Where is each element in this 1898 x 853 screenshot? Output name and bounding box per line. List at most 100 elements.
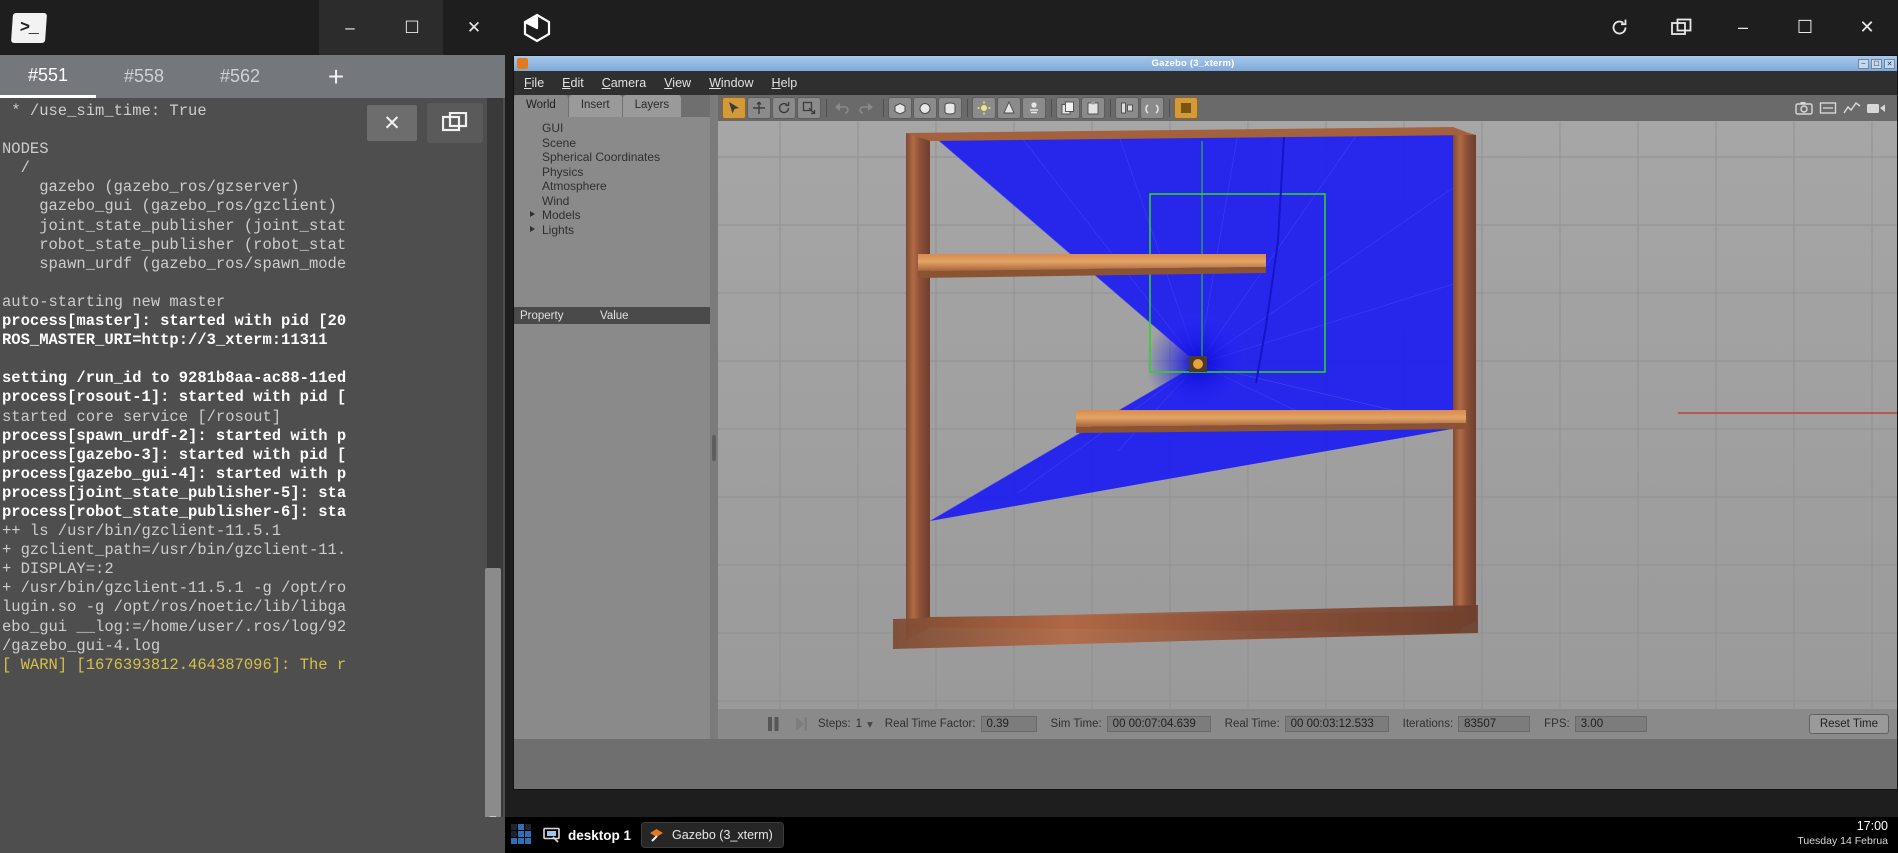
workspace-pager-icon[interactable] xyxy=(511,824,535,846)
translate-icon[interactable] xyxy=(747,97,771,119)
taskbar-desktop-label: desktop 1 xyxy=(568,827,632,843)
chevron-right-icon[interactable] xyxy=(530,225,535,232)
gazebo-menu-edit[interactable]: Edit xyxy=(562,76,584,90)
gazebo-maximize-button[interactable]: ☐ xyxy=(1871,58,1882,69)
toolbar-separator xyxy=(967,99,968,117)
change-view-icon[interactable] xyxy=(1174,97,1198,119)
terminal-line: process[master]: started with pid [20 xyxy=(2,312,347,331)
copy-icon[interactable] xyxy=(1056,97,1080,119)
directional-light-icon[interactable] xyxy=(1022,97,1046,119)
gazebo-close-button[interactable]: ✕ xyxy=(1884,58,1895,69)
plot-icon[interactable] xyxy=(1841,97,1863,119)
terminal-line: setting /run_id to 9281b8aa-ac88-11ed xyxy=(2,369,347,388)
spot-light-icon[interactable] xyxy=(997,97,1021,119)
tree-item-atmosphere[interactable]: Atmosphere xyxy=(524,179,710,194)
terminal-new-tab-label: + xyxy=(327,60,345,92)
terminal-line: ROS_MASTER_URI=http://3_xterm:11311 xyxy=(2,331,328,350)
host-maximize-button[interactable]: ☐ xyxy=(1774,0,1836,55)
desktop-icon xyxy=(543,827,561,843)
terminal-warn-timestamp: [1676393812.464387096]: xyxy=(76,655,300,674)
terminal-minimize-button[interactable]: – xyxy=(319,0,381,55)
gazebo-menu-help[interactable]: Help xyxy=(772,76,798,90)
real-time-label: Real Time: xyxy=(1224,718,1280,730)
terminal-tab-558[interactable]: #558 xyxy=(96,55,192,98)
restore-windows-icon[interactable] xyxy=(1650,0,1712,55)
terminal-output[interactable]: * /use_sim_time: True NODES / gazebo (ga… xyxy=(0,98,505,853)
gazebo-panel-splitter[interactable] xyxy=(710,95,718,776)
steps-value[interactable]: 1 xyxy=(856,718,862,730)
sphere-icon[interactable] xyxy=(913,97,937,119)
terminal-tab-562[interactable]: #562 xyxy=(192,55,288,98)
terminal-line: gazebo_gui (gazebo_ros/gzclient) xyxy=(2,197,337,216)
screenshot-icon[interactable] xyxy=(1793,97,1815,119)
tree-item-scene[interactable]: Scene xyxy=(524,136,710,151)
taskbar-window-gazebo[interactable]: Gazebo (3_xterm) xyxy=(641,822,784,848)
gazebo-tab-layers-label: Layers xyxy=(634,99,670,111)
host-close-button[interactable]: ✕ xyxy=(1836,0,1898,55)
align-icon[interactable] xyxy=(1115,97,1139,119)
paste-icon[interactable] xyxy=(1081,97,1105,119)
gazebo-menubar: File Edit Camera View Window Help xyxy=(514,71,1897,95)
terminal-scrollbar[interactable]: ▼ xyxy=(485,98,503,853)
tree-item-models[interactable]: Models xyxy=(524,208,710,223)
log-record-icon[interactable] xyxy=(1817,97,1839,119)
taskbar-clock[interactable]: 17:00 Tuesday 14 Februa xyxy=(1797,819,1888,849)
gazebo-menu-file[interactable]: File xyxy=(524,76,544,90)
gazebo-tab-insert[interactable]: Insert xyxy=(568,95,622,117)
tree-item-gui[interactable]: GUI xyxy=(524,121,710,136)
pause-icon[interactable] xyxy=(766,716,780,732)
terminal-close-button[interactable]: ✕ xyxy=(443,0,505,55)
gazebo-minimize-button[interactable]: – xyxy=(1858,58,1869,69)
tree-item-physics[interactable]: Physics xyxy=(524,165,710,180)
point-light-icon[interactable] xyxy=(972,97,996,119)
gazebo-menu-camera[interactable]: Camera xyxy=(602,76,646,90)
step-forward-icon[interactable] xyxy=(794,716,808,732)
undo-icon[interactable] xyxy=(831,97,853,119)
tree-item-wind[interactable]: Wind xyxy=(524,194,710,209)
host-window-controls: – ☐ ✕ xyxy=(1588,0,1898,55)
gazebo-left-panel: World Insert Layers GUI Scene Spherical Co… xyxy=(514,95,710,776)
terminal-overlay-close-button[interactable]: ✕ xyxy=(367,105,417,141)
host-minimize-button[interactable]: – xyxy=(1712,0,1774,55)
terminal-prompt-icon: >_ xyxy=(10,12,48,43)
tree-item-lights[interactable]: Lights xyxy=(524,223,710,238)
tree-item-spherical-coordinates[interactable]: Spherical Coordinates xyxy=(524,150,710,165)
redo-icon[interactable] xyxy=(855,97,877,119)
terminal-window-controls: – ☐ ✕ xyxy=(319,0,505,55)
cylinder-icon[interactable] xyxy=(938,97,962,119)
gazebo-property-table-header: Property Value xyxy=(514,307,710,324)
terminal-tab-551[interactable]: #551 xyxy=(0,55,96,98)
chevron-right-icon[interactable] xyxy=(530,211,535,217)
rotate-icon[interactable] xyxy=(772,97,796,119)
terminal-maximize-button[interactable]: ☐ xyxy=(381,0,443,55)
select-arrow-icon[interactable] xyxy=(722,97,746,119)
chevron-down-icon[interactable]: ▾ xyxy=(867,717,873,731)
terminal-overlay-close-glyph: ✕ xyxy=(383,111,401,135)
tree-item-label: Spherical Coordinates xyxy=(542,150,661,164)
gazebo-3d-viewport[interactable] xyxy=(718,121,1897,709)
terminal-tab-558-label: #558 xyxy=(123,66,165,86)
fps-label: FPS: xyxy=(1544,718,1570,730)
gazebo-maximize-glyph: ☐ xyxy=(1873,60,1880,68)
gazebo-tab-layers[interactable]: Layers xyxy=(622,95,682,117)
box-icon[interactable] xyxy=(888,97,912,119)
gazebo-tab-world[interactable]: World xyxy=(514,95,568,117)
gazebo-menu-window[interactable]: Window xyxy=(709,76,753,90)
terminal-close-glyph: ✕ xyxy=(466,17,482,37)
reset-time-button[interactable]: Reset Time xyxy=(1808,714,1889,734)
gazebo-menu-view[interactable]: View xyxy=(664,76,691,90)
tree-item-label: Scene xyxy=(542,135,577,150)
scale-icon[interactable] xyxy=(797,97,821,119)
refresh-icon[interactable] xyxy=(1588,0,1650,55)
copy-windows-icon[interactable] xyxy=(427,103,483,143)
terminal-window: >_ – ☐ ✕ #551 #558 #562 + * /use_sim_tim… xyxy=(0,0,505,853)
taskbar-desktop-entry[interactable]: desktop 1 xyxy=(543,827,631,843)
terminal-line: / xyxy=(2,159,30,178)
toolbar-separator xyxy=(1110,99,1111,117)
terminal-new-tab-button[interactable]: + xyxy=(288,55,384,98)
value-column-header: Value xyxy=(600,309,629,322)
snap-icon[interactable] xyxy=(1140,97,1164,119)
gazebo-toolbar-right-group xyxy=(1793,97,1889,119)
video-icon[interactable] xyxy=(1865,97,1887,119)
